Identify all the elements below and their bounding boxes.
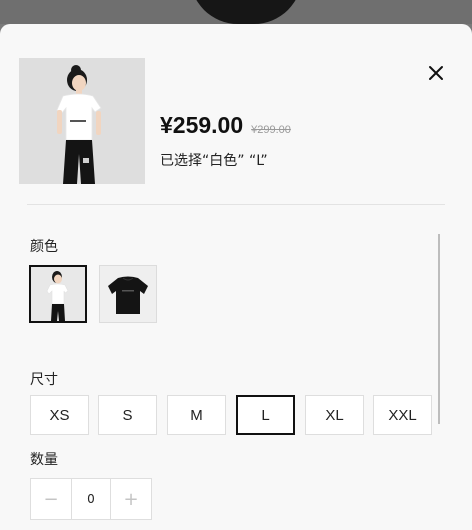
decrement-button[interactable]: − xyxy=(31,479,71,519)
close-icon[interactable] xyxy=(425,62,447,84)
divider xyxy=(27,204,445,205)
color-swatch-black[interactable] xyxy=(99,265,157,323)
quantity-label: 数量 xyxy=(30,452,58,468)
size-option-s[interactable]: S xyxy=(98,395,157,435)
current-price: ¥259.00 xyxy=(160,112,244,138)
color-label: 颜色 xyxy=(30,239,58,255)
product-options-sheet: ¥259.00 ¥299.00 已选择“白色” “L” 颜色 尺寸 XS S M… xyxy=(0,24,472,530)
background-figure xyxy=(190,0,302,24)
product-thumbnail xyxy=(19,58,145,184)
price-row: ¥259.00 ¥299.00 xyxy=(160,112,291,139)
quantity-stepper: − 0 + xyxy=(30,478,152,520)
scrollbar[interactable] xyxy=(438,234,440,424)
size-option-xxl[interactable]: XXL xyxy=(373,395,432,435)
selected-summary: 已选择“白色” “L” xyxy=(160,153,268,169)
color-swatch-white[interactable] xyxy=(29,265,87,323)
dimmed-backdrop[interactable] xyxy=(0,0,472,24)
quantity-value[interactable]: 0 xyxy=(71,479,111,519)
size-option-xl[interactable]: XL xyxy=(305,395,364,435)
size-label: 尺寸 xyxy=(30,372,58,388)
original-price: ¥299.00 xyxy=(251,124,291,136)
size-option-xs[interactable]: XS xyxy=(30,395,89,435)
size-option-l[interactable]: L xyxy=(236,395,295,435)
increment-button[interactable]: + xyxy=(111,479,151,519)
size-option-m[interactable]: M xyxy=(167,395,226,435)
